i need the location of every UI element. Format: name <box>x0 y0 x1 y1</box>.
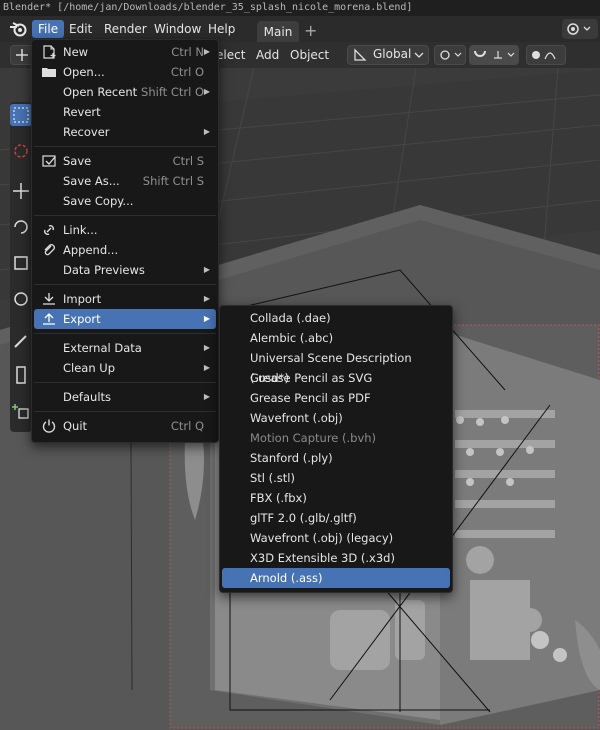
ruler-icon <box>16 366 26 384</box>
cursor-icon <box>14 144 28 158</box>
blender-logo-icon[interactable] <box>9 20 27 38</box>
transform-gizmo-icon <box>14 292 28 306</box>
export-wavefront-obj[interactable]: Wavefront (.obj) <box>222 408 450 428</box>
pencil-icon <box>14 335 27 348</box>
magnet-icon <box>474 50 515 59</box>
menu-item-link[interactable]: Link... <box>34 220 216 240</box>
scene-selector-button[interactable] <box>562 19 598 39</box>
export-fbx[interactable]: FBX (.fbx) <box>222 488 450 508</box>
menu-item-open[interactable]: Open... Ctrl O <box>34 62 216 82</box>
menu-item-save[interactable]: Save Ctrl S <box>34 151 216 171</box>
proportional-editing-toggle[interactable] <box>526 45 566 65</box>
cursor-tool[interactable] <box>10 140 32 162</box>
export-gltf[interactable]: glTF 2.0 (.glb/.gltf) <box>222 508 450 528</box>
export-alembic[interactable]: Alembic (.abc) <box>222 328 450 348</box>
menu-help[interactable]: Help <box>202 20 241 38</box>
import-icon <box>43 293 55 305</box>
window-title: Blender* [/home/jan/Downloads/blender_35… <box>0 0 600 16</box>
scale-icon <box>14 256 28 270</box>
menu-item-open-recent[interactable]: Open Recent Shift Ctrl O ▶ <box>34 82 216 102</box>
menu-item-data-previews[interactable]: Data Previews ▶ <box>34 260 216 280</box>
menu-separator <box>34 333 216 334</box>
tab-main[interactable]: Main <box>257 21 299 42</box>
menu-edit[interactable]: Edit <box>63 20 98 38</box>
link-icon <box>44 225 54 235</box>
snap-toggle[interactable] <box>469 45 519 65</box>
export-stl[interactable]: Stl (.stl) <box>222 468 450 488</box>
power-icon <box>42 419 56 433</box>
menu-item-clean-up[interactable]: Clean Up ▶ <box>34 358 216 378</box>
menu-separator <box>34 146 216 147</box>
export-arnold[interactable]: Arnold (.ass) <box>222 568 450 588</box>
export-x3d[interactable]: X3D Extensible 3D (.x3d) <box>222 548 450 568</box>
pivot-point-dropdown[interactable] <box>434 45 466 65</box>
menu-window[interactable]: Window <box>148 20 207 38</box>
folder-icon <box>42 68 56 77</box>
menu-separator <box>34 411 216 412</box>
menu-item-external-data[interactable]: External Data ▶ <box>34 338 216 358</box>
menu-separator <box>34 382 216 383</box>
scale-tool[interactable] <box>10 252 32 274</box>
transform-icon <box>16 49 28 61</box>
export-wavefront-obj-legacy[interactable]: Wavefront (.obj) (legacy) <box>222 528 450 548</box>
rotate-icon <box>14 220 28 234</box>
menu-item-save-copy[interactable]: Save Copy... <box>34 191 216 211</box>
menu-item-new[interactable]: New Ctrl N ▶ <box>34 42 216 62</box>
add-workspace-button[interactable]: + <box>304 20 317 42</box>
menu-file[interactable]: File <box>32 20 65 38</box>
menu-item-export[interactable]: Export ▶ <box>34 309 216 329</box>
file-menu: New Ctrl N ▶ Open... Ctrl O Open Recent … <box>31 39 219 443</box>
submenu-arrow-icon: ▶ <box>203 294 210 303</box>
menu-item-append[interactable]: Append... <box>34 240 216 260</box>
menu-render[interactable]: Render <box>98 20 153 38</box>
chevron-down-icon <box>414 52 424 58</box>
menu-add[interactable]: Add <box>256 47 279 63</box>
menu-item-save-as[interactable]: Save As... Shift Ctrl S <box>34 171 216 191</box>
submenu-arrow-icon: ▶ <box>203 127 210 136</box>
export-stanford-ply[interactable]: Stanford (.ply) <box>222 448 450 468</box>
submenu-arrow-icon: ▶ <box>203 343 210 352</box>
pivot-icon <box>440 50 462 60</box>
export-submenu: Collada (.dae) Alembic (.abc) Universal … <box>219 305 453 593</box>
transform-orientation-dropdown[interactable]: Global <box>347 45 429 65</box>
submenu-arrow-icon: ▶ <box>203 314 210 323</box>
export-icon <box>43 313 55 325</box>
menu-object[interactable]: Object <box>290 47 329 63</box>
add-cube-tool[interactable] <box>10 400 32 422</box>
menu-item-defaults[interactable]: Defaults ▶ <box>34 387 216 407</box>
scene-icon <box>567 23 591 35</box>
rotate-tool[interactable] <box>10 216 32 238</box>
measure-tool[interactable] <box>10 364 32 386</box>
export-grease-pencil-pdf[interactable]: Grease Pencil as PDF <box>222 388 450 408</box>
submenu-arrow-icon: ▶ <box>203 392 210 401</box>
transform-tool[interactable] <box>10 288 32 310</box>
menu-separator <box>34 284 216 285</box>
append-icon <box>44 244 55 256</box>
select-box-tool[interactable] <box>10 104 32 126</box>
menu-item-quit[interactable]: Quit Ctrl Q <box>34 416 216 436</box>
submenu-arrow-icon: ▶ <box>203 87 210 96</box>
menu-separator <box>34 215 216 216</box>
export-collada[interactable]: Collada (.dae) <box>222 308 450 328</box>
move-icon <box>13 183 29 199</box>
menu-item-recover[interactable]: Recover ▶ <box>34 122 216 142</box>
orientation-icon <box>354 48 367 61</box>
proportional-icon <box>532 51 556 60</box>
orientation-value: Global <box>373 47 412 61</box>
new-file-icon <box>43 45 56 59</box>
save-icon <box>42 155 56 167</box>
add-cube-icon <box>12 404 29 419</box>
select-box-icon <box>13 107 29 123</box>
export-usd[interactable]: Universal Scene Description (.usd*) <box>222 348 450 385</box>
menu-item-import[interactable]: Import ▶ <box>34 289 216 309</box>
submenu-arrow-icon: ▶ <box>203 47 210 56</box>
menu-item-revert[interactable]: Revert <box>34 102 216 122</box>
submenu-arrow-icon: ▶ <box>203 363 210 372</box>
submenu-arrow-icon: ▶ <box>203 265 210 274</box>
move-tool[interactable] <box>10 180 32 202</box>
export-motion-capture[interactable]: Motion Capture (.bvh) <box>222 428 450 448</box>
menu-select[interactable]: elect <box>216 47 245 63</box>
annotate-tool[interactable] <box>10 330 32 352</box>
export-grease-pencil-svg[interactable]: Grease Pencil as SVG <box>222 368 450 388</box>
